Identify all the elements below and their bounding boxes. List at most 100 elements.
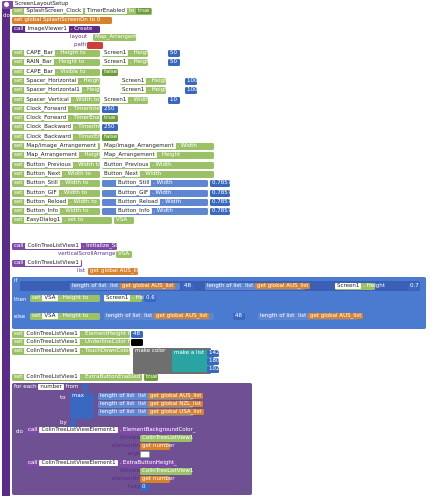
set-row-clock-backward[interactable]: set Clock_Backward . TimerInterval to — [12, 124, 122, 131]
call-element-bg[interactable]: call ColinTreeListViewElement1 . ElementB… — [26, 427, 196, 434]
procedure-name[interactable]: ScreenLayoutSetup — [12, 1, 71, 7]
set-row-button-previous[interactable]: set Button_Previous . Width to — [12, 162, 101, 169]
max-len-usa[interactable]: length of list list get global USA_list — [98, 409, 204, 416]
component-get-13[interactable]: Button_Next . Width — [102, 171, 214, 178]
set-touch-down-color[interactable]: setColinTreeListView1 . TouchDownColor t… — [12, 348, 138, 355]
global-aus-get[interactable]: get global AUS_list — [88, 268, 142, 275]
true-value[interactable]: true — [144, 374, 158, 381]
set-element-height[interactable]: set ColinTreeListView1 . ElementHeight to — [12, 331, 133, 338]
set-row-clock-forward[interactable]: setClock_Forward . TimerEnabled to — [12, 115, 119, 122]
set-row-cape-bar[interactable]: set CAPE_Bar . Height to — [12, 50, 100, 57]
value-kfalse[interactable]: false — [102, 134, 118, 141]
map-arrangement-value[interactable]: Map_Arrangement — [93, 34, 146, 41]
vsa-value[interactable]: VSA — [116, 251, 132, 258]
screen-get-5[interactable]: Screen1 . Width — [102, 97, 150, 104]
collapse-icon[interactable] — [4, 2, 9, 7]
screen-height-get[interactable]: Screen1 . Height — [335, 283, 385, 290]
value-r2[interactable]: 0.7857 — [210, 190, 231, 197]
underline-color-swatch[interactable] — [131, 339, 143, 346]
max-len-aus[interactable]: length of list list get global AUS_list — [98, 393, 204, 400]
value-r3[interactable]: 0.7857 — [210, 199, 231, 206]
then-set-vsa[interactable]: set VSA . Height to — [30, 295, 100, 302]
length-list-2[interactable]: length of list list get global AUS_list — [205, 283, 311, 290]
set-row-button-next[interactable]: set Button_Next . Width to — [12, 171, 100, 178]
else-label: else — [14, 314, 26, 320]
set-row-button-gif[interactable]: set Button_GIF . Width to — [12, 190, 100, 197]
then-screen-height[interactable]: Screen1 . Height — [104, 295, 154, 302]
max-block[interactable]: max — [70, 393, 94, 419]
set-extra-button-enabled[interactable]: set ColinTreeListView1 . ExtraButtonEnabl… — [12, 374, 147, 381]
set-row-spacer-horizontal[interactable]: set Spacer_Horizontal . Height to — [12, 78, 109, 85]
from-value[interactable] — [82, 384, 88, 391]
else-length-list[interactable]: length of list list get global AUS_list — [104, 313, 214, 320]
set-row-rain-bar[interactable]: set RAIN_Bar . Height to — [12, 59, 100, 66]
set-underline-color[interactable]: set ColinTreeListView1 . UnderlineColor t… — [12, 339, 133, 346]
set-row-clock-backward[interactable]: set Clock_Backward . TimerEnabled to — [12, 134, 123, 141]
call-extra-button-height[interactable]: call ColinTreeListViewElement1 . ExtraBut… — [26, 460, 177, 467]
value-v250b[interactable]: 250 — [102, 124, 118, 131]
screen-get-1[interactable]: Screen1 . Height — [102, 59, 152, 66]
call-imageviewer-block[interactable]: call ImageViewer1 . Create — [12, 26, 100, 33]
listview-value-2[interactable]: ColinTreeListView1 — [140, 468, 193, 475]
vsa-get-row[interactable]: VSA — [114, 217, 134, 224]
component-get-11[interactable]: Map_Arrangement . Height — [102, 152, 214, 159]
set-row-map-arrangement[interactable]: setMap_Arrangement . Height to — [12, 152, 110, 159]
value-h50[interactable]: 50 — [168, 50, 180, 57]
set-row-button-info[interactable]: set Button_Info . Width to — [12, 208, 100, 215]
n0p7-value[interactable]: 0.7 — [408, 283, 420, 290]
value-ktrue[interactable]: true — [102, 115, 118, 122]
set-row-easydialog1[interactable]: set EasyDialog1 . set to — [12, 217, 112, 224]
set-splash-block[interactable]: set SplashScreen_Clock TimerEnabled to tr… — [12, 8, 152, 15]
set-row-spacer-horizontal1[interactable]: set Spacer_Horizontal1 . Height to — [12, 87, 112, 94]
multiply-block-14[interactable]: Button_Still . Width — [102, 180, 208, 187]
length-list-1[interactable]: length of list list get global AUS_list — [70, 283, 180, 290]
else-set-vsa[interactable]: set VSA . Height to — [30, 313, 100, 320]
listview-value-1[interactable]: ColinTreeListView1 — [140, 435, 193, 442]
else-length-list-2[interactable]: length of list list get global AUS_list — [258, 313, 364, 320]
set-global-splash-block[interactable]: set global SplashScreenOn to 0 — [12, 17, 112, 24]
value-v100b[interactable]: 100 — [185, 87, 198, 94]
n0p6-value[interactable]: 0.6 — [144, 295, 156, 302]
set-row-spacer-vertical[interactable]: set Spacer_Vertical . Width to — [12, 97, 100, 104]
value-v10[interactable]: 10 — [168, 97, 180, 104]
set-row-button-still[interactable]: set Button_Still . Width to — [12, 180, 100, 187]
max-len-nzl[interactable]: length of list list get global NZL_list — [98, 401, 204, 408]
by-label: by — [60, 420, 67, 426]
screen-get-3[interactable]: Screen1 . Height — [120, 78, 170, 85]
path-label: path — [74, 42, 87, 48]
component-get-12[interactable]: Button_Previous . Width — [102, 162, 214, 169]
screen-get-0[interactable]: Screen1 . Height — [102, 50, 152, 57]
screen-get-4[interactable]: Screen1 . Height — [120, 87, 170, 94]
call-initialize-scroll[interactable]: call ColinTreeListView1 . Initialize_Scro… — [12, 243, 127, 250]
rgb-102[interactable]: 102 — [207, 366, 220, 373]
rgb-142[interactable]: 142 — [207, 350, 220, 357]
n48b-value[interactable]: 48 — [233, 313, 245, 320]
multiply-block-17[interactable]: Button_Info . Width — [102, 208, 208, 215]
set-row-button-reload[interactable]: set Button_Reload . Width to — [12, 199, 100, 206]
path-value[interactable] — [87, 42, 103, 49]
blocks-workspace[interactable]: ScreenLayoutSetup do set SplashScreen_Clo… — [0, 0, 430, 500]
multiply-block-15[interactable]: Button_GIF . Width — [102, 190, 208, 197]
value-r1[interactable]: 0.7857 — [210, 180, 231, 187]
value-false[interactable]: false — [102, 69, 118, 76]
get-number-2[interactable]: get number — [140, 476, 175, 483]
component-get-10[interactable]: Map/image_Arrangement . Width — [102, 143, 214, 150]
n48-value[interactable]: 48 — [182, 283, 194, 290]
n48c-value[interactable]: 48 — [131, 331, 143, 338]
value-v250[interactable]: 250 — [102, 106, 118, 113]
height-zero-value[interactable]: 0 — [140, 484, 150, 491]
call-set-list[interactable]: call ColinTreeListView1 . Set — [12, 260, 95, 267]
set-row-cape-bar[interactable]: set CAPE_Bar . Visible to — [12, 69, 100, 76]
value-r4[interactable]: 0.7857 — [210, 208, 231, 215]
value-h50b[interactable]: 50 — [168, 59, 180, 66]
set-row-clock-forward[interactable]: setClock_Forward . TimerInterval to — [12, 106, 118, 113]
value-v100[interactable]: 100 — [185, 78, 198, 85]
rgb-180[interactable]: 180 — [207, 358, 220, 365]
set-row-map-image-arrangement[interactable]: setMap/image_Arrangement . Width to — [12, 143, 127, 150]
by-value[interactable] — [70, 420, 76, 427]
get-number-1[interactable]: get number — [140, 443, 175, 450]
multiply-block-16[interactable]: Button_Reload . Width — [102, 199, 208, 206]
do-label: do — [3, 13, 10, 19]
if-label: if — [14, 278, 18, 284]
argb-value[interactable] — [140, 451, 150, 458]
